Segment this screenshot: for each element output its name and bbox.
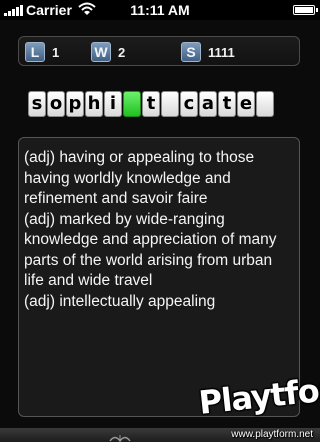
letter-tile[interactable]: c	[180, 91, 198, 117]
status-bar: Carrier 11:11 AM	[0, 0, 320, 20]
stat-score-value: 1111	[208, 44, 235, 60]
stat-words-value: 2	[118, 44, 126, 60]
letter-tile[interactable]: o	[47, 91, 65, 117]
letter-tile[interactable]	[161, 91, 179, 117]
stat-score: S 1111	[181, 41, 235, 63]
letter-tile[interactable]: a	[199, 91, 217, 117]
stat-words: W 2	[91, 41, 125, 63]
stat-level-key: L	[25, 42, 45, 62]
book-icon[interactable]	[108, 431, 132, 442]
letter-tile[interactable]: i	[104, 91, 122, 117]
stat-words-key: W	[91, 42, 111, 62]
stat-level: L 1	[25, 41, 59, 63]
letter-tile[interactable]: s	[28, 91, 46, 117]
watermark-url: www.playtform.net	[231, 429, 313, 440]
definition-panel: (adj) having or appealing to those havin…	[18, 137, 300, 417]
stats-panel: L 1 W 2 S 1111	[18, 36, 300, 66]
definition-text: (adj) having or appealing to those havin…	[24, 149, 277, 310]
stat-level-value: 1	[52, 44, 60, 60]
letter-tile[interactable]: t	[218, 91, 236, 117]
letter-tile[interactable]: h	[85, 91, 103, 117]
status-time: 11:11 AM	[130, 2, 190, 18]
watermark: Playtform www.playtform.net	[197, 367, 320, 440]
game-screen: Carrier 11:11 AM L 1 W 2 S 1111 s o p h	[0, 0, 320, 442]
battery-icon	[293, 5, 318, 15]
letter-tile[interactable]: t	[142, 91, 160, 117]
word-tiles: s o p h i t c a t e	[28, 91, 275, 117]
letter-tile[interactable]: p	[66, 91, 84, 117]
letter-tile[interactable]	[123, 91, 141, 117]
letter-tile[interactable]: e	[237, 91, 255, 117]
letter-tile[interactable]	[256, 91, 274, 117]
stat-score-key: S	[181, 42, 201, 62]
